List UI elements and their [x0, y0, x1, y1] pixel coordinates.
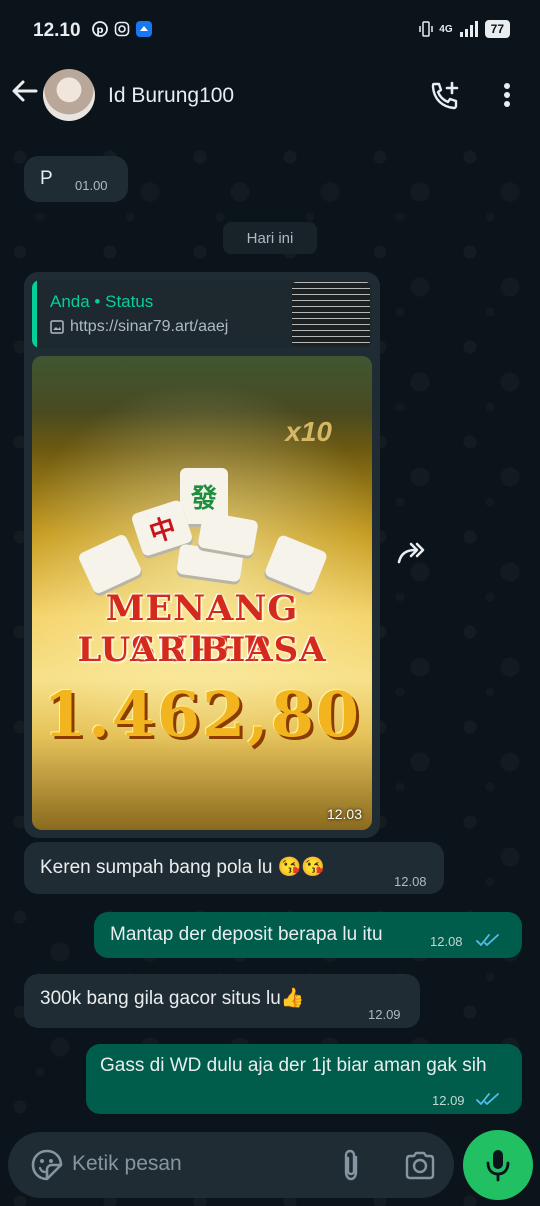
message-outgoing[interactable]: Gass di WD dulu aja der 1jt biar aman ga…: [86, 1044, 522, 1114]
status-thumbnail: [292, 282, 370, 346]
promo-amount: 1.462,80: [42, 678, 361, 751]
network-type: 4G: [439, 23, 453, 35]
message-text: Gass di WD dulu aja der 1jt biar aman ga…: [100, 1055, 487, 1076]
attach-icon[interactable]: [338, 1148, 364, 1182]
contact-name[interactable]: Id Burung100: [108, 84, 234, 108]
voice-record-button[interactable]: [463, 1130, 533, 1200]
message-incoming[interactable]: Keren sumpah bang pola lu 😘😘 12.08: [24, 842, 444, 894]
message-text: Keren sumpah bang pola lu 😘😘: [40, 857, 325, 878]
message-time: 12.09: [368, 1007, 401, 1022]
system-indicators: 4G 77: [419, 20, 510, 38]
message-time: 12.09: [432, 1093, 465, 1108]
microphone-icon: [486, 1150, 510, 1182]
message-outgoing[interactable]: Mantap der deposit berapa lu itu 12.08: [94, 912, 522, 958]
quote-accent-bar: [32, 280, 37, 348]
app-notification-icon: [136, 21, 152, 37]
read-receipt-icon: [476, 934, 499, 946]
chat-header: Id Burung100: [0, 60, 540, 137]
more-options-icon[interactable]: [496, 80, 518, 110]
message-time: 01.00: [75, 178, 108, 193]
message-time: 12.08: [430, 934, 463, 949]
battery-indicator: 77: [484, 20, 510, 38]
status-time: 12.10: [33, 20, 81, 41]
signal-icon: [459, 21, 478, 37]
promo-image[interactable]: x10 發 中 MENANG SUPER LUAR BIASA 1.462,80…: [32, 356, 372, 830]
message-text: P: [40, 168, 53, 189]
message-time: 12.03: [326, 806, 362, 822]
quoted-link-text: https://sinar79.art/aaej: [70, 318, 229, 335]
vibrate-icon: [419, 21, 434, 37]
avatar[interactable]: [43, 69, 95, 121]
quoted-status[interactable]: Anda • Status https://sinar79.art/aaej: [32, 280, 372, 348]
back-arrow-icon[interactable]: [10, 76, 40, 106]
svg-text:p: p: [96, 25, 103, 36]
message-time: 12.08: [394, 874, 427, 889]
quoted-link: https://sinar79.art/aaej: [50, 318, 228, 336]
quoted-author: Anda • Status: [50, 292, 154, 311]
notification-icons: p: [92, 21, 152, 37]
instagram-icon: [114, 21, 130, 37]
message-text: 300k bang gila gacor situs lu👍: [40, 988, 305, 1009]
promo-multiplier: x10: [285, 416, 332, 447]
message-input[interactable]: Ketik pesan: [72, 1152, 182, 1176]
status-bar: 12.10 p 4G 77: [0, 0, 540, 60]
promo-headline-2: LUAR BIASA: [77, 630, 327, 670]
pinterest-icon: p: [92, 21, 108, 37]
message-incoming[interactable]: 300k bang gila gacor situs lu👍 12.09: [24, 974, 420, 1028]
message-text: Mantap der deposit berapa lu itu: [110, 924, 383, 945]
add-call-icon[interactable]: [428, 79, 462, 113]
camera-icon[interactable]: [404, 1150, 436, 1180]
image-icon: [50, 320, 64, 334]
message-incoming[interactable]: P 01.00: [24, 156, 128, 202]
forward-icon[interactable]: [397, 540, 429, 568]
date-separator: Hari ini: [223, 222, 317, 254]
message-composer[interactable]: Ketik pesan: [8, 1132, 454, 1198]
read-receipt-icon: [476, 1093, 499, 1105]
emoji-sticker-icon[interactable]: [30, 1148, 64, 1182]
